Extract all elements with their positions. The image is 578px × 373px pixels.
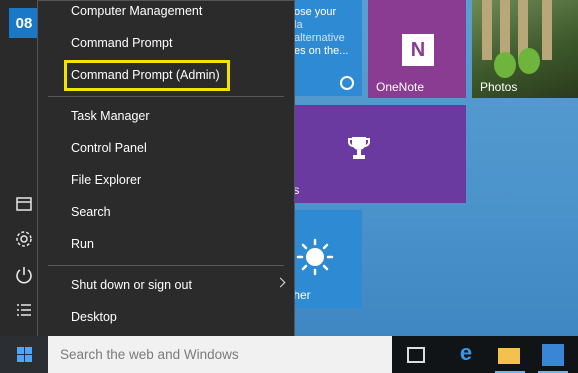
photos-tile[interactable]: Photos: [472, 0, 578, 98]
settings-icon[interactable]: [14, 229, 34, 249]
photos-label: Photos: [480, 80, 518, 94]
onenote-tile[interactable]: N OneNote: [368, 0, 466, 98]
photo-fruit: [494, 52, 516, 78]
news-tile-text: ose your la alternative es on the...: [294, 6, 349, 57]
menu-item-computer-management[interactable]: Computer Management: [38, 0, 294, 25]
power-icon[interactable]: [14, 265, 34, 285]
photo-bamboo: [542, 0, 552, 60]
onenote-icon: N: [402, 34, 434, 66]
menu-separator: [48, 265, 284, 266]
user-avatar[interactable]: 08: [9, 8, 39, 38]
file-explorer-icon[interactable]: [14, 194, 34, 214]
menu-item-shut-down-label: Shut down or sign out: [71, 278, 192, 292]
camera-icon: [340, 76, 354, 90]
edge-icon[interactable]: e: [455, 340, 477, 365]
highlight-box: [64, 60, 230, 91]
task-view-icon[interactable]: [407, 347, 425, 363]
store-icon[interactable]: [542, 344, 564, 366]
photo-fruit: [518, 48, 540, 74]
trophy-icon: [348, 137, 370, 159]
menu-item-desktop[interactable]: Desktop: [38, 303, 294, 331]
menu-item-command-prompt[interactable]: Command Prompt: [38, 29, 294, 57]
onenote-label: OneNote: [376, 80, 425, 94]
sun-icon: [296, 238, 334, 276]
menu-item-search[interactable]: Search: [38, 198, 294, 226]
menu-item-run[interactable]: Run: [38, 230, 294, 258]
photo-bamboo: [482, 0, 492, 60]
xbox-tile[interactable]: ts: [282, 105, 466, 203]
photo-bamboo: [500, 0, 510, 60]
file-explorer-icon[interactable]: [498, 348, 520, 364]
start-button[interactable]: [0, 336, 48, 373]
menu-item-task-manager[interactable]: Task Manager: [38, 102, 294, 130]
taskbar: Search the web and Windows e: [0, 336, 578, 373]
menu-item-control-panel[interactable]: Control Panel: [38, 134, 294, 162]
menu-separator: [48, 96, 284, 97]
power-user-menu: Computer Management Command Prompt Comma…: [37, 0, 295, 341]
menu-item-shut-down[interactable]: Shut down or sign out: [38, 271, 294, 299]
chevron-right-icon: [275, 277, 286, 288]
taskbar-search-box[interactable]: Search the web and Windows: [48, 336, 392, 373]
windows-logo-icon: [16, 347, 32, 362]
menu-item-file-explorer[interactable]: File Explorer: [38, 166, 294, 194]
all-apps-icon[interactable]: [14, 300, 34, 320]
